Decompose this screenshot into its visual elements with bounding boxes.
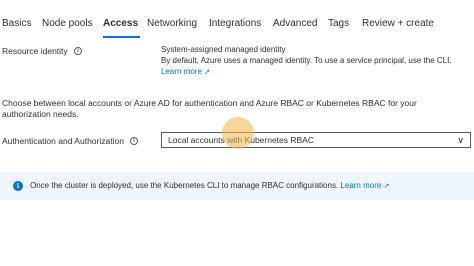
tab-basics[interactable]: Basics bbox=[2, 18, 31, 29]
info-icon: i bbox=[13, 181, 23, 191]
tab-bar: Basics Node pools Access Networking Inte… bbox=[0, 0, 474, 40]
auth-select[interactable]: Local accounts with Kubernetes RBAC ∨ bbox=[161, 132, 471, 148]
banner-learn-more-link[interactable]: Learn more bbox=[340, 181, 381, 190]
tab-integrations[interactable]: Integrations bbox=[209, 18, 261, 29]
tab-tags[interactable]: Tags bbox=[328, 18, 349, 29]
resource-identity-label: Resource identity bbox=[2, 46, 68, 56]
external-link-icon: ↗ bbox=[204, 69, 211, 76]
chevron-down-icon[interactable]: ∨ bbox=[457, 133, 464, 147]
external-link-icon: ↗ bbox=[383, 183, 390, 190]
resource-identity-learn-more: Learn more ↗ bbox=[161, 67, 210, 76]
tab-access[interactable]: Access bbox=[103, 18, 138, 29]
active-tab-indicator bbox=[103, 36, 140, 38]
info-icon[interactable]: i bbox=[130, 137, 138, 145]
tab-networking[interactable]: Networking bbox=[147, 18, 197, 29]
tab-advanced[interactable]: Advanced bbox=[273, 18, 317, 29]
cursor-highlight bbox=[222, 117, 254, 149]
info-banner: i Once the cluster is deployed, use the … bbox=[0, 172, 474, 200]
banner-message: Once the cluster is deployed, use the Ku… bbox=[30, 181, 339, 190]
tab-node-pools[interactable]: Node pools bbox=[42, 18, 93, 29]
learn-more-link[interactable]: Learn more bbox=[161, 67, 202, 76]
tab-review-create[interactable]: Review + create bbox=[362, 18, 434, 29]
auth-label: Authentication and Authorization bbox=[2, 136, 124, 146]
info-icon[interactable]: i bbox=[74, 47, 82, 55]
banner-text-line: Once the cluster is deployed, use the Ku… bbox=[30, 181, 389, 190]
resource-identity-description: By default, Azure uses a managed identit… bbox=[161, 56, 452, 65]
resource-identity-value: System-assigned managed identity bbox=[161, 45, 286, 54]
